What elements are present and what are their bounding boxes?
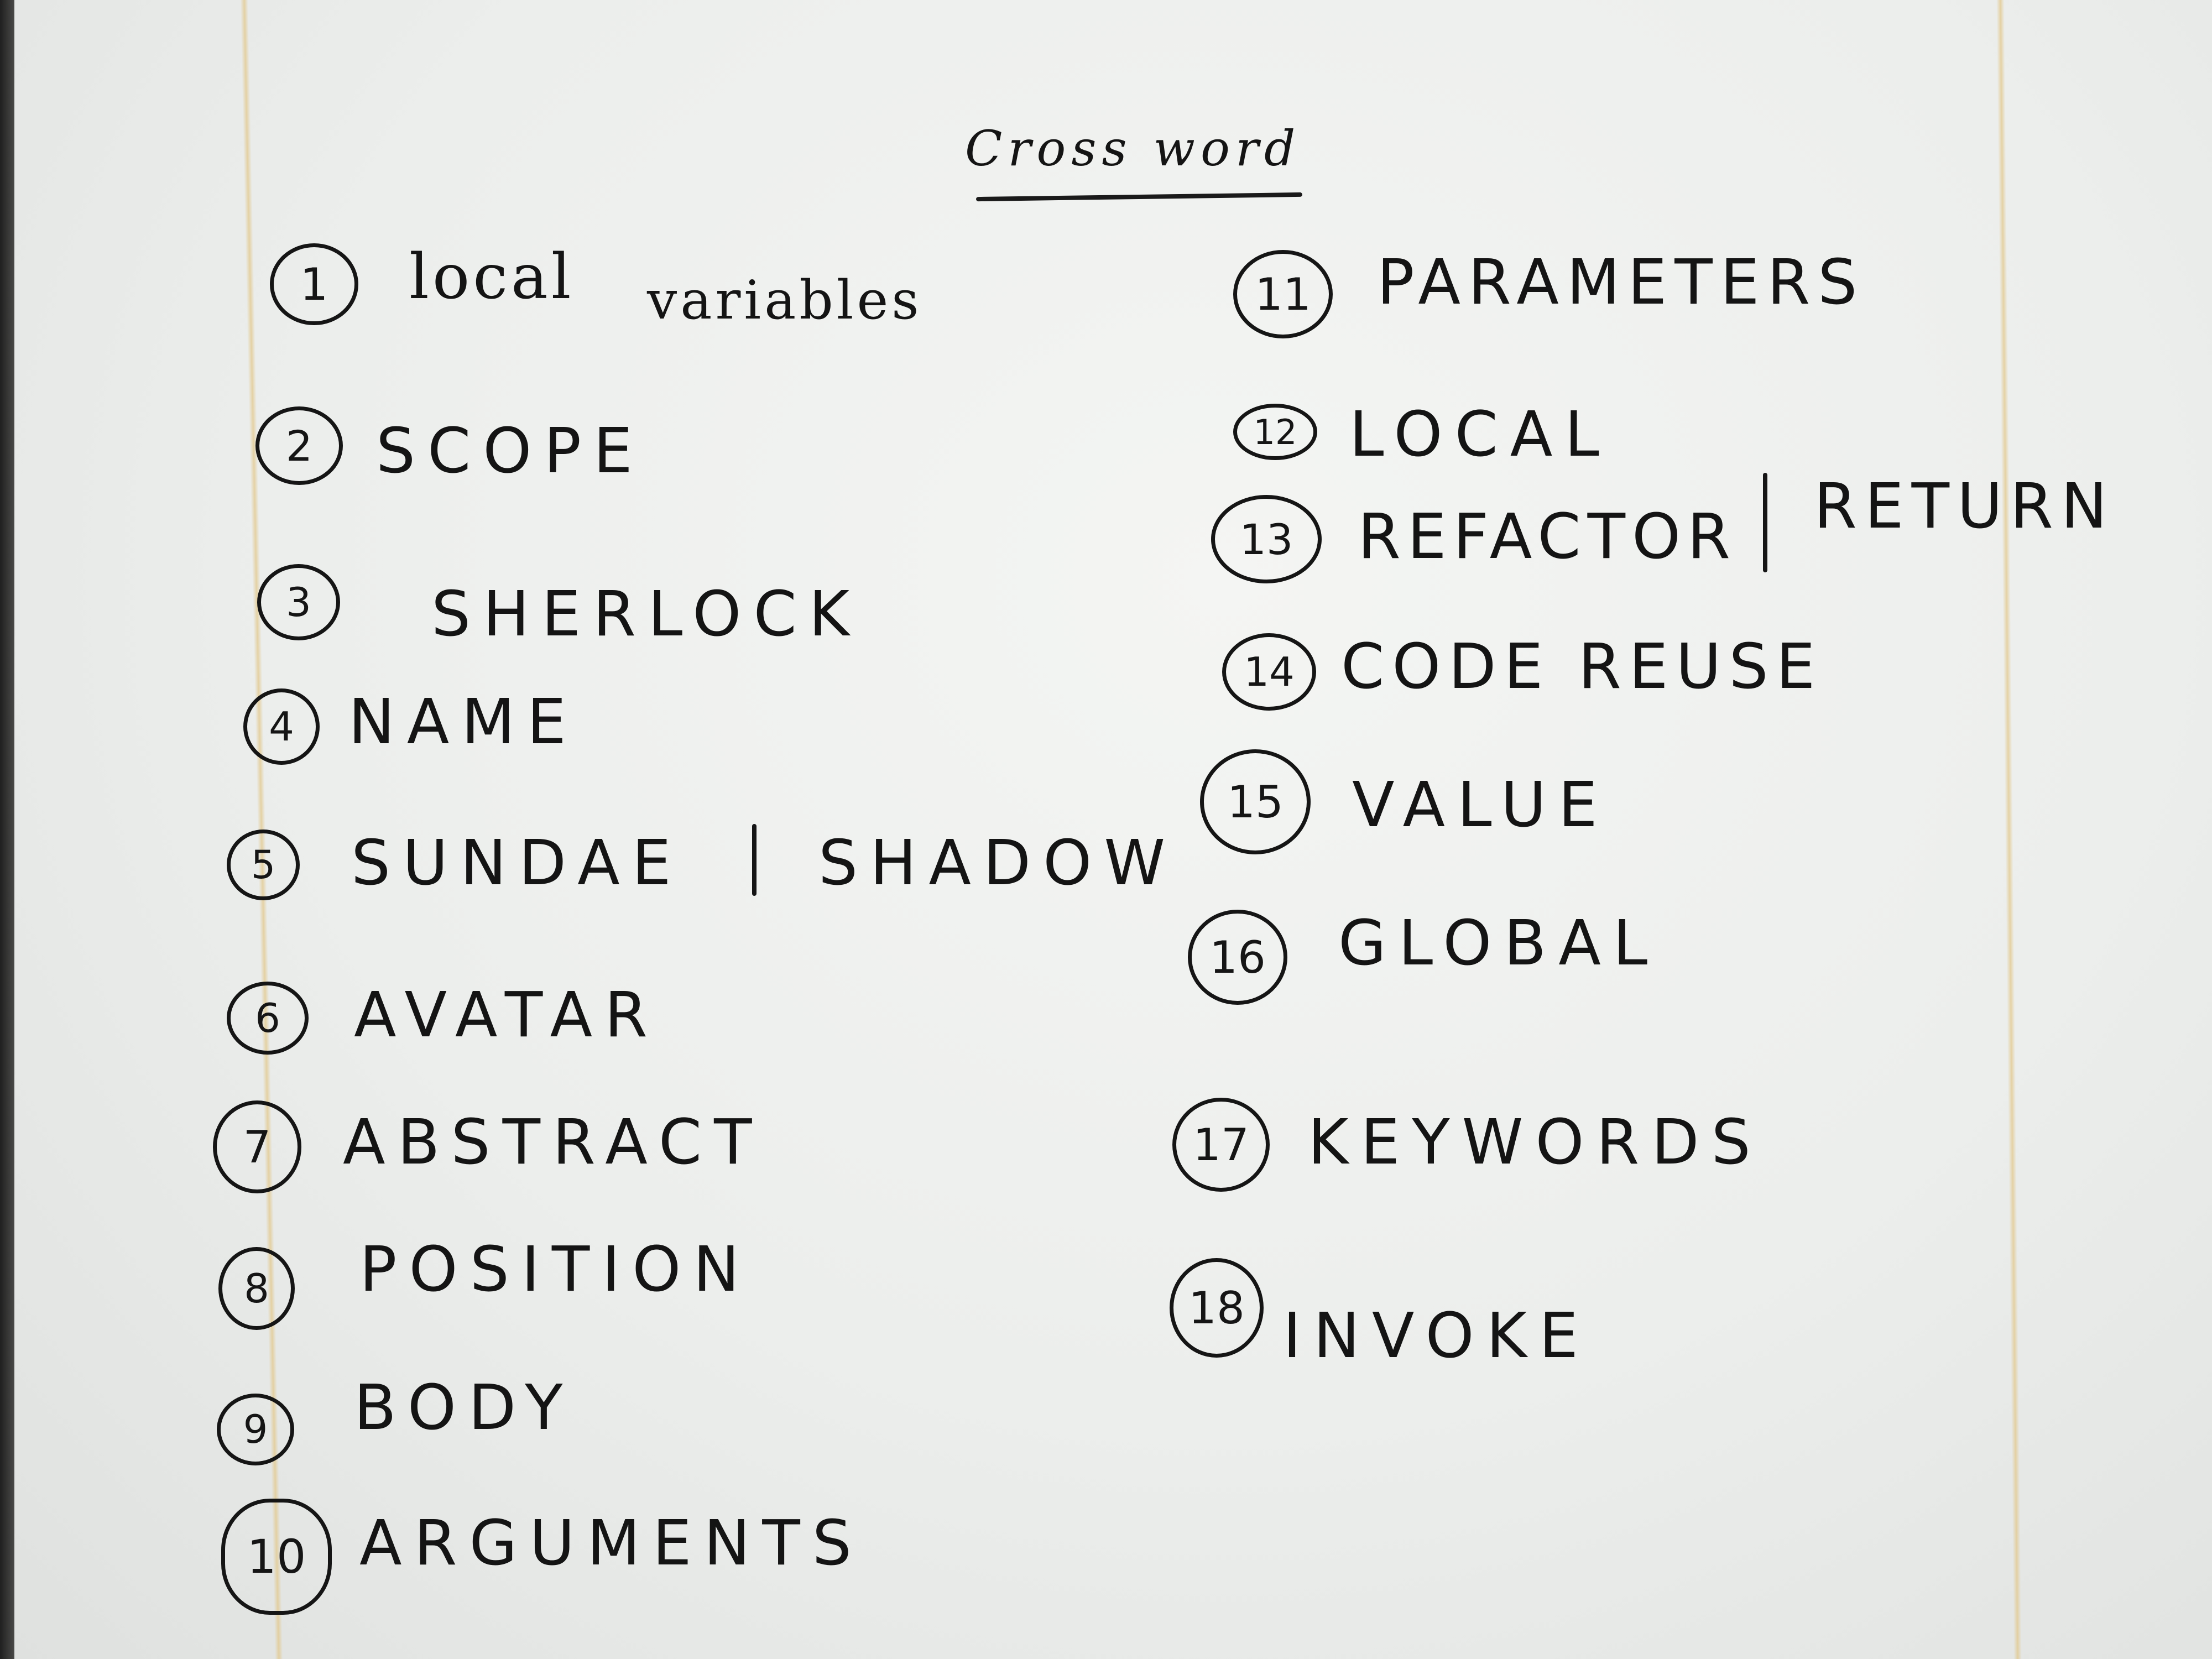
clue-number-15: 15 — [1200, 749, 1311, 854]
clue-number-12: 12 — [1233, 404, 1317, 460]
answer-5-divider — [752, 824, 757, 896]
right-margin-line — [1996, 0, 2022, 1659]
answer-9: BODY — [354, 1372, 575, 1444]
answer-4: NAME — [348, 686, 578, 758]
clue-number-10: 10 — [221, 1499, 332, 1615]
clue-number-7: 7 — [213, 1100, 301, 1193]
answer-18: INVOKE — [1283, 1300, 1590, 1372]
answer-14: CODE REUSE — [1341, 631, 1823, 703]
answer-13: REFACTOR — [1358, 501, 1737, 573]
clue-number-1: 1 — [270, 243, 358, 325]
answer-8: POSITION — [359, 1234, 752, 1306]
answer-1-extra: variables — [647, 269, 922, 331]
clue-number-17: 17 — [1172, 1098, 1270, 1192]
answer-1: local — [409, 241, 575, 313]
answer-12: LOCAL — [1349, 399, 1611, 471]
answer-7: ABSTRACT — [343, 1107, 764, 1178]
photo-background: Cross word 1 local variables 2 SCOPE 3 S… — [0, 0, 2212, 1659]
clue-number-2: 2 — [255, 406, 343, 485]
page-title: Cross word — [965, 120, 1301, 177]
answer-3: SHERLOCK — [431, 578, 862, 650]
clue-number-9: 9 — [217, 1394, 294, 1465]
answer-6: AVATAR — [354, 979, 660, 1051]
answer-16: GLOBAL — [1338, 907, 1660, 979]
answer-15: VALUE — [1352, 769, 1610, 841]
clue-number-4: 4 — [243, 688, 320, 765]
answer-11: PARAMETERS — [1377, 247, 1865, 319]
answer-5-alternate: SHADOW — [818, 827, 1178, 899]
answer-2: SCOPE — [376, 415, 645, 487]
clue-number-16: 16 — [1188, 910, 1287, 1005]
clue-number-13: 13 — [1211, 495, 1322, 583]
clue-number-5: 5 — [227, 830, 300, 900]
answer-13-divider — [1763, 473, 1767, 572]
clue-number-6: 6 — [227, 982, 309, 1055]
clue-number-3: 3 — [257, 564, 340, 640]
answer-10: ARGUMENTS — [359, 1507, 864, 1579]
answer-17: KEYWORDS — [1308, 1107, 1763, 1178]
answer-13-alternate: RETURN — [1814, 471, 2115, 542]
clue-number-8: 8 — [218, 1247, 295, 1330]
table-edge — [0, 0, 14, 1659]
clue-number-14: 14 — [1222, 633, 1316, 711]
clue-number-11: 11 — [1233, 250, 1333, 338]
clue-number-18: 18 — [1170, 1258, 1264, 1358]
answer-5: SUNDAE — [351, 827, 684, 899]
